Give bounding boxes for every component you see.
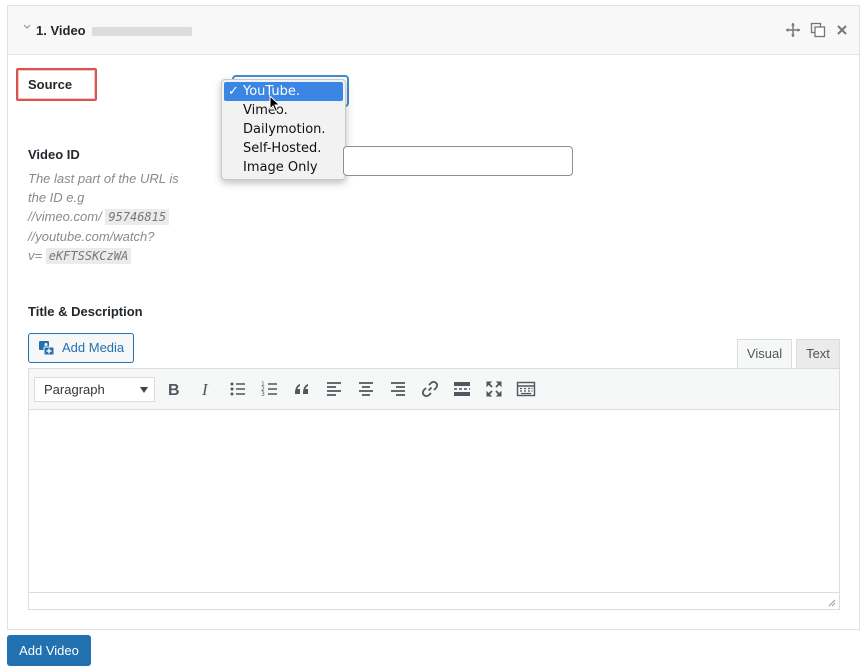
- numbered-list-icon[interactable]: 123: [260, 379, 280, 399]
- tab-visual[interactable]: Visual: [737, 339, 792, 369]
- source-label: Source: [28, 77, 73, 92]
- svg-text:B: B: [168, 382, 180, 399]
- align-left-icon[interactable]: [324, 379, 344, 399]
- svg-text:3: 3: [261, 391, 265, 398]
- title-description-label: Title & Description: [28, 304, 143, 319]
- video-id-label: Video ID: [28, 147, 80, 162]
- bullet-list-icon[interactable]: [228, 379, 248, 399]
- source-option-vimeo[interactable]: Vimeo.: [222, 101, 345, 120]
- caret-down-icon: [140, 387, 148, 393]
- align-center-icon[interactable]: [356, 379, 376, 399]
- help-youtube-code: eKFTSSKCzWA: [45, 248, 132, 264]
- rich-text-editor: Paragraph B I 123: [28, 368, 840, 610]
- source-option-self-hosted[interactable]: Self-Hosted.: [222, 139, 345, 158]
- video-id-help: The last part of the URL is the ID e.g /…: [28, 169, 198, 266]
- editor-toolbar: Paragraph B I 123: [29, 369, 839, 410]
- link-icon[interactable]: [420, 379, 440, 399]
- check-icon: ✓: [228, 84, 239, 99]
- add-media-label: Add Media: [62, 340, 125, 355]
- video-panel: 1. Video Source ✓ YouTube. Vimeo. Dailym…: [7, 5, 860, 630]
- paragraph-format-select[interactable]: Paragraph: [34, 377, 155, 402]
- source-option-youtube[interactable]: ✓ YouTube.: [224, 82, 343, 101]
- panel-title: 1. Video: [36, 23, 86, 38]
- help-v-prefix: v=: [28, 248, 43, 263]
- panel-header[interactable]: 1. Video: [8, 6, 859, 55]
- source-option-dailymotion[interactable]: Dailymotion.: [222, 120, 345, 139]
- read-more-icon[interactable]: [452, 379, 472, 399]
- blockquote-icon[interactable]: [292, 379, 312, 399]
- italic-icon[interactable]: I: [196, 379, 216, 399]
- resize-handle-icon[interactable]: [827, 598, 836, 607]
- chevron-down-icon[interactable]: [22, 22, 32, 32]
- help-vimeo-prefix: //vimeo.com/: [28, 209, 102, 224]
- fullscreen-icon[interactable]: [484, 379, 504, 399]
- source-option-image-only[interactable]: Image Only: [222, 158, 345, 177]
- format-select-value: Paragraph: [44, 382, 105, 397]
- toolbar-toggle-icon[interactable]: [516, 379, 536, 399]
- add-media-icon: [39, 341, 55, 356]
- editor-statusbar: [29, 592, 839, 609]
- add-video-button[interactable]: Add Video: [7, 635, 91, 666]
- duplicate-icon[interactable]: [810, 22, 826, 38]
- editor-content-area[interactable]: [29, 410, 839, 592]
- add-media-button[interactable]: Add Media: [28, 333, 134, 363]
- source-dropdown-menu[interactable]: ✓ YouTube. Vimeo. Dailymotion. Self-Host…: [221, 79, 346, 180]
- video-id-input[interactable]: [343, 146, 573, 176]
- align-right-icon[interactable]: [388, 379, 408, 399]
- bold-icon[interactable]: B: [164, 379, 184, 399]
- close-icon[interactable]: [834, 22, 850, 38]
- mouse-cursor-icon: [269, 95, 281, 113]
- move-icon[interactable]: [785, 22, 801, 38]
- help-youtube-prefix: //youtube.com/watch?: [28, 229, 155, 244]
- svg-text:I: I: [201, 380, 209, 399]
- tab-text[interactable]: Text: [796, 339, 840, 369]
- title-placeholder-bar: [92, 27, 192, 36]
- help-text: The last part of the URL is the ID e.g: [28, 171, 179, 205]
- help-vimeo-code: 95746815: [105, 209, 170, 225]
